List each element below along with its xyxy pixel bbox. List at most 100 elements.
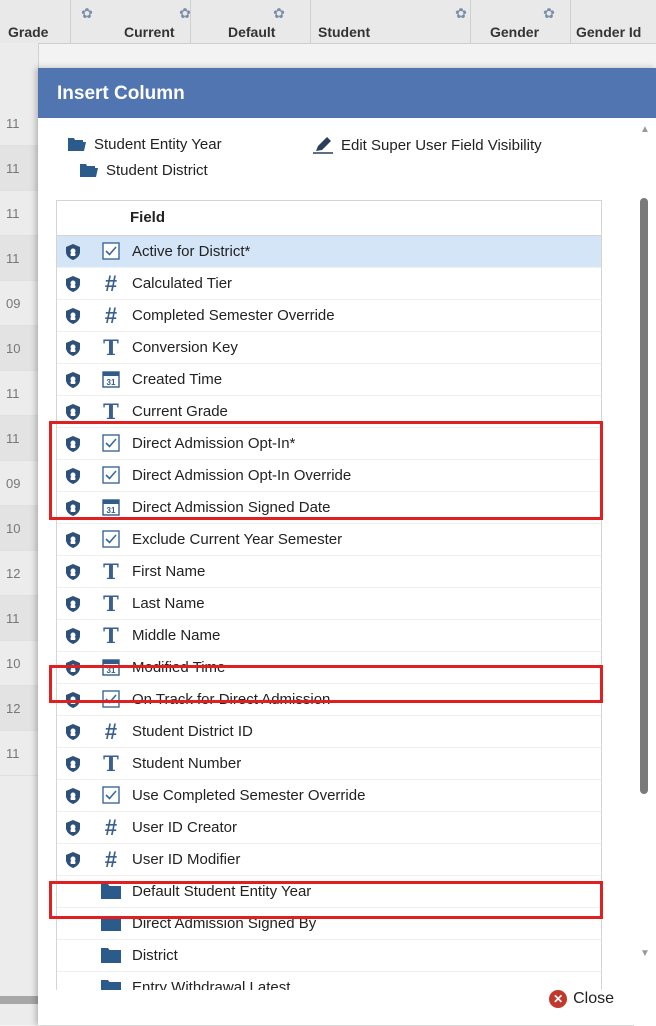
grid-col-current[interactable]: ✿ Current	[110, 0, 191, 43]
field-row[interactable]: T First Name	[57, 556, 601, 588]
grid-cell: 11	[0, 236, 38, 281]
scroll-down-icon[interactable]: ▼	[640, 948, 650, 959]
close-button[interactable]: ✕ Close	[549, 990, 614, 1008]
calendar-icon: 31	[101, 498, 121, 518]
number-type-icon: #	[104, 815, 118, 840]
scroll-thumb[interactable]	[640, 198, 648, 794]
field-row[interactable]: T Last Name	[57, 588, 601, 620]
shield-icon[interactable]	[66, 692, 80, 708]
field-row[interactable]: Exclude Current Year Semester	[57, 524, 601, 556]
gear-icon[interactable]: ✿	[542, 6, 556, 20]
field-label: District	[132, 947, 178, 964]
shield-icon[interactable]	[66, 724, 80, 740]
shield-icon[interactable]	[66, 788, 80, 804]
field-row[interactable]: 31 Modified Time	[57, 652, 601, 684]
gear-icon[interactable]: ✿	[454, 6, 468, 20]
field-label: User ID Modifier	[132, 851, 241, 868]
grid-col-grade[interactable]: ✿ Grade	[0, 0, 93, 43]
text-type-icon: T	[103, 559, 119, 584]
field-row[interactable]: # User ID Creator	[57, 812, 601, 844]
grid-col-default[interactable]: ✿ Default	[190, 0, 311, 43]
shield-icon[interactable]	[66, 468, 80, 484]
field-row[interactable]: T Student Number	[57, 748, 601, 780]
field-row[interactable]: 31 Created Time	[57, 364, 601, 396]
vertical-scrollbar[interactable]: ▲ ▼	[634, 118, 656, 1026]
field-row[interactable]: T Conversion Key	[57, 332, 601, 364]
field-row[interactable]: T Current Grade	[57, 396, 601, 428]
shield-icon[interactable]	[66, 404, 80, 420]
grid-col-student[interactable]: ✿ Student	[310, 0, 471, 43]
field-row[interactable]: District	[57, 940, 601, 972]
field-row[interactable]: # Completed Semester Override	[57, 300, 601, 332]
grid-col-label: Grade	[8, 24, 49, 40]
folder-icon	[101, 884, 121, 904]
checkbox-icon	[101, 786, 121, 806]
shield-icon[interactable]	[66, 244, 80, 260]
shield-icon[interactable]	[66, 820, 80, 836]
field-row[interactable]: 31 Direct Admission Signed Date	[57, 492, 601, 524]
horizontal-scrollbar[interactable]	[0, 996, 38, 1004]
field-row[interactable]: T Middle Name	[57, 620, 601, 652]
shield-icon[interactable]	[66, 628, 80, 644]
shield-icon[interactable]	[66, 308, 80, 324]
shield-icon[interactable]	[66, 756, 80, 772]
field-row[interactable]: Active for District*	[57, 236, 601, 268]
grid-col-gender-id[interactable]: Gender Id	[570, 0, 656, 43]
field-row[interactable]: Direct Admission Opt-In Override	[57, 460, 601, 492]
grid-cell: 11	[0, 371, 38, 416]
grid-header: ✿ Grade ✿ Current ✿ Default ✿ Student ✿ …	[0, 0, 656, 44]
shield-icon[interactable]	[66, 596, 80, 612]
scroll-up-icon[interactable]: ▲	[640, 124, 650, 135]
folder-icon	[80, 164, 98, 177]
field-label: Exclude Current Year Semester	[132, 531, 343, 548]
field-column-header: Field	[57, 201, 601, 236]
dialog-footer: ✕ Close	[38, 990, 634, 1025]
shield-icon[interactable]	[66, 500, 80, 516]
grid-cell: 10	[0, 506, 38, 551]
shield-icon[interactable]	[66, 372, 80, 388]
svg-text:31: 31	[107, 506, 116, 515]
field-label: Calculated Tier	[132, 275, 233, 292]
student-entity-year-link[interactable]: Student Entity Year	[68, 136, 222, 153]
field-row[interactable]: Direct Admission Signed By	[57, 908, 601, 940]
shield-icon[interactable]	[66, 660, 80, 676]
close-label: Close	[573, 990, 614, 1007]
student-district-link[interactable]: Student District	[80, 162, 208, 179]
shield-icon[interactable]	[66, 276, 80, 292]
folder-icon	[68, 138, 86, 151]
field-label: Entry Withdrawal Latest	[132, 979, 291, 990]
field-rows: Active for District* # Calculated Tier # Com…	[57, 236, 601, 990]
field-row[interactable]: Default Student Entity Year	[57, 876, 601, 908]
field-row[interactable]: Entry Withdrawal Latest	[57, 972, 601, 990]
field-row[interactable]: Use Completed Semester Override	[57, 780, 601, 812]
grid-cell: 11	[0, 596, 38, 641]
grid-col-gender[interactable]: ✿ Gender	[470, 0, 571, 43]
field-label: Middle Name	[132, 627, 221, 644]
gear-icon[interactable]: ✿	[80, 6, 94, 20]
field-row[interactable]: Direct Admission Opt-In*	[57, 428, 601, 460]
gear-icon[interactable]: ✿	[272, 6, 286, 20]
shield-icon[interactable]	[66, 852, 80, 868]
edit-visibility-link[interactable]: Edit Super User Field Visibility	[313, 136, 542, 154]
field-row[interactable]: # Student District ID	[57, 716, 601, 748]
text-type-icon: T	[103, 751, 119, 776]
field-label: Direct Admission Opt-In*	[132, 435, 296, 452]
pencil-icon	[313, 136, 333, 154]
checkbox-icon	[101, 530, 121, 550]
grid-cell: 10	[0, 326, 38, 371]
field-row[interactable]: # Calculated Tier	[57, 268, 601, 300]
close-icon: ✕	[549, 990, 568, 1008]
student-district-label: Student District	[106, 162, 208, 179]
field-row[interactable]: On Track for Direct Admission	[57, 684, 601, 716]
shield-icon[interactable]	[66, 532, 80, 548]
shield-icon[interactable]	[66, 564, 80, 580]
svg-text:31: 31	[107, 666, 116, 675]
field-row[interactable]: # User ID Modifier	[57, 844, 601, 876]
field-label: Conversion Key	[132, 339, 238, 356]
field-label: Default Student Entity Year	[132, 883, 312, 900]
shield-icon[interactable]	[66, 340, 80, 356]
text-type-icon: T	[103, 623, 119, 648]
shield-icon[interactable]	[66, 436, 80, 452]
grid-cell: 10	[0, 641, 38, 686]
grid-col-label: Default	[228, 24, 276, 40]
